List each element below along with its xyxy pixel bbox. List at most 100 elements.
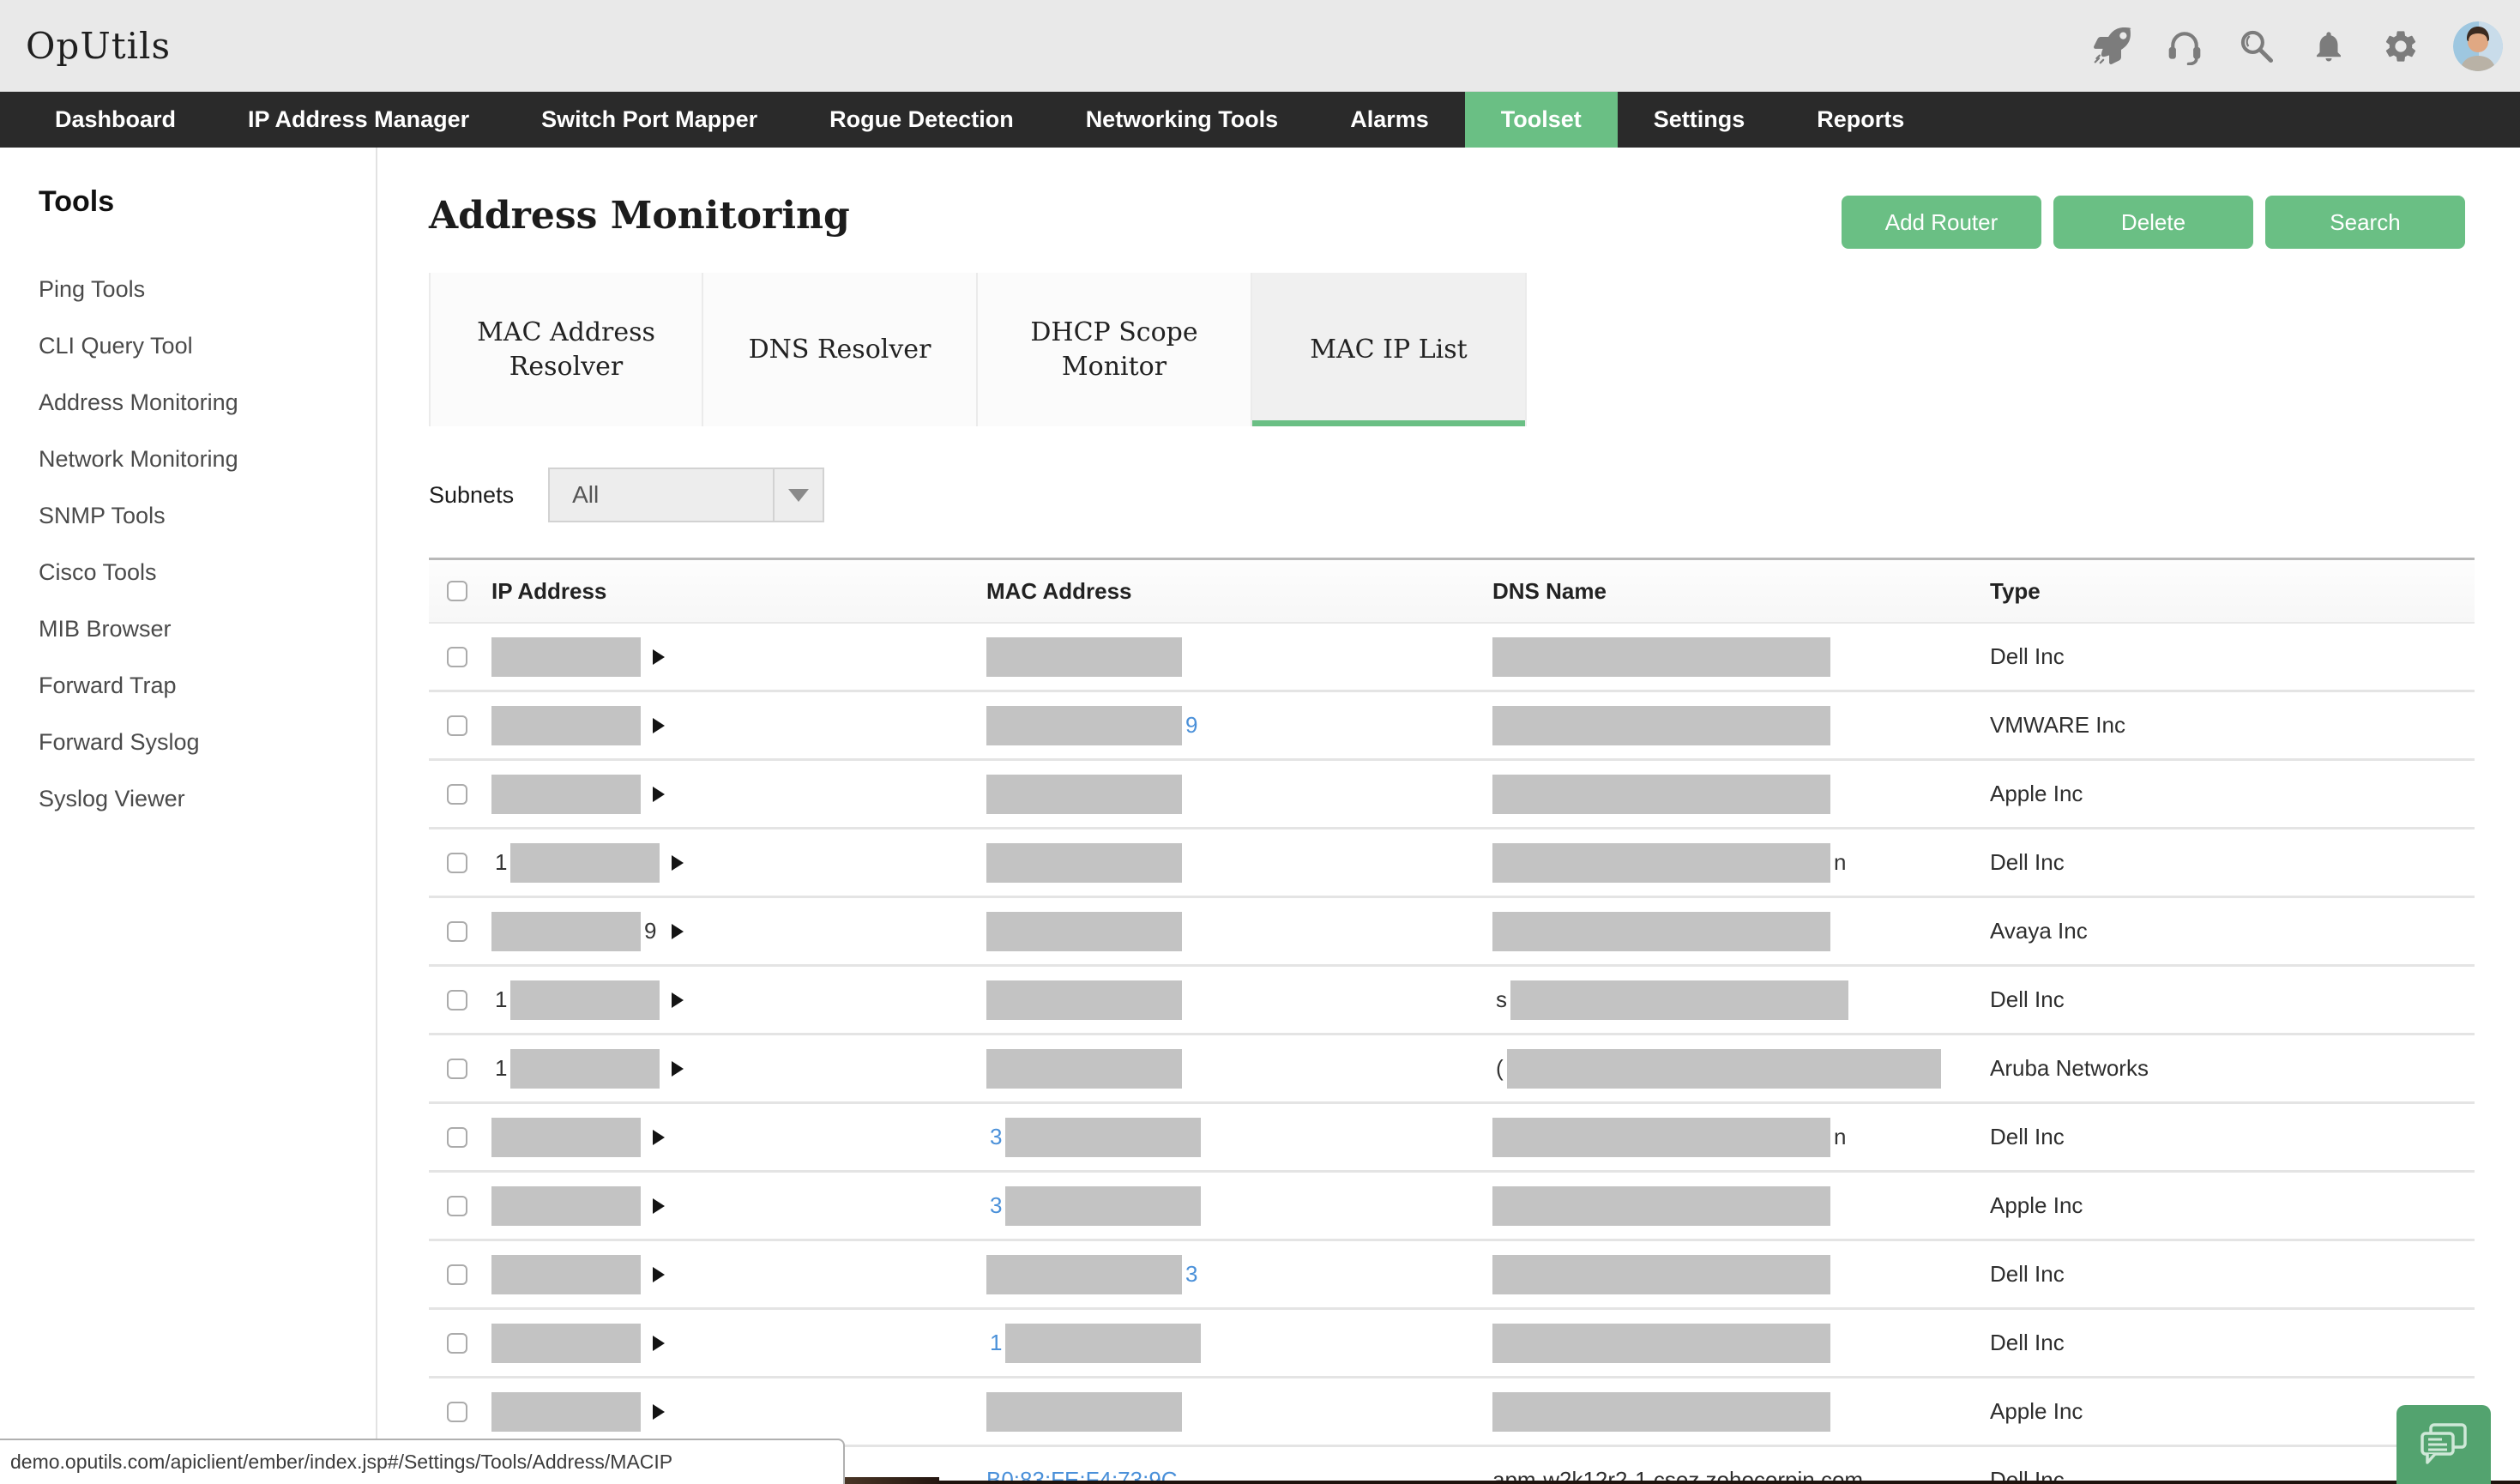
- type-cell: VMWARE Inc: [1990, 712, 2475, 739]
- select-all-checkbox[interactable]: [447, 581, 467, 601]
- expand-arrow-icon[interactable]: [653, 649, 665, 665]
- ip-address-cell: 1: [491, 843, 986, 883]
- chat-button[interactable]: [2396, 1405, 2491, 1484]
- row-checkbox[interactable]: [447, 784, 467, 805]
- mac-redacted: [986, 706, 1182, 745]
- nav-item-alarms[interactable]: Alarms: [1314, 92, 1465, 148]
- row-checkbox[interactable]: [447, 921, 467, 942]
- nav-item-settings[interactable]: Settings: [1618, 92, 1781, 148]
- row-checkbox[interactable]: [447, 647, 467, 667]
- tab-mac-address-resolver[interactable]: MAC Address Resolver: [429, 273, 703, 426]
- tool-tabs: MAC Address ResolverDNS ResolverDHCP Sco…: [429, 273, 1527, 426]
- sidebar-item-forward-trap[interactable]: Forward Trap: [0, 657, 376, 714]
- dns-redacted: [1492, 912, 1830, 951]
- row-checkbox[interactable]: [447, 1127, 467, 1148]
- subnets-dropdown[interactable]: All: [548, 468, 824, 522]
- ip-fragment: 1: [495, 1055, 507, 1082]
- expand-arrow-icon[interactable]: [672, 924, 684, 939]
- nav-item-ip-address-manager[interactable]: IP Address Manager: [212, 92, 505, 148]
- search-icon[interactable]: [2237, 27, 2276, 66]
- bell-icon[interactable]: [2309, 27, 2348, 66]
- dns-redacted: [1492, 637, 1830, 677]
- delete-button[interactable]: Delete: [2053, 196, 2253, 249]
- checkbox-cell: [429, 647, 491, 667]
- ip-redacted: [491, 775, 641, 814]
- tab-mac-ip-list[interactable]: MAC IP List: [1252, 273, 1527, 426]
- row-checkbox[interactable]: [447, 990, 467, 1010]
- main-nav: DashboardIP Address ManagerSwitch Port M…: [0, 92, 2520, 148]
- sidebar-item-ping-tools[interactable]: Ping Tools: [0, 261, 376, 317]
- nav-item-switch-port-mapper[interactable]: Switch Port Mapper: [505, 92, 793, 148]
- mac-address-cell: 1: [986, 1324, 1492, 1363]
- type-value: VMWARE Inc: [1990, 712, 2125, 739]
- tab-dns-resolver[interactable]: DNS Resolver: [703, 273, 978, 426]
- sidebar-heading: Tools: [39, 185, 114, 219]
- page-title: Address Monitoring: [429, 194, 850, 238]
- dns-name-cell: n: [1492, 843, 1990, 883]
- rocket-icon[interactable]: [2093, 27, 2132, 66]
- ip-redacted: [491, 1255, 641, 1294]
- expand-arrow-icon[interactable]: [653, 1130, 665, 1145]
- dns-redacted: [1492, 1255, 1830, 1294]
- expand-arrow-icon[interactable]: [653, 1404, 665, 1420]
- expand-arrow-icon[interactable]: [653, 1198, 665, 1214]
- sidebar-item-cisco-tools[interactable]: Cisco Tools: [0, 544, 376, 600]
- dns-fragment: s: [1496, 986, 1507, 1013]
- expand-arrow-icon[interactable]: [653, 718, 665, 733]
- row-checkbox[interactable]: [447, 1402, 467, 1422]
- subnets-dropdown-value: All: [550, 469, 773, 521]
- gear-icon[interactable]: [2381, 27, 2421, 66]
- row-checkbox[interactable]: [447, 853, 467, 873]
- mac-redacted: [986, 775, 1182, 814]
- row-checkbox[interactable]: [447, 1059, 467, 1079]
- ip-fragment: 1: [495, 986, 507, 1013]
- row-checkbox[interactable]: [447, 1264, 467, 1285]
- add-router-button[interactable]: Add Router: [1842, 196, 2041, 249]
- type-cell: Dell Inc: [1990, 1330, 2475, 1356]
- dns-fragment: n: [1834, 1124, 1846, 1150]
- topbar-icons: [2093, 0, 2503, 92]
- row-checkbox[interactable]: [447, 715, 467, 736]
- mac-redacted: [986, 637, 1182, 677]
- nav-item-networking-tools[interactable]: Networking Tools: [1050, 92, 1315, 148]
- dropdown-arrow-segment[interactable]: [773, 469, 823, 521]
- row-checkbox[interactable]: [447, 1196, 467, 1216]
- expand-arrow-icon[interactable]: [672, 992, 684, 1008]
- ip-address-cell: 9: [491, 912, 986, 951]
- headset-icon[interactable]: [2165, 27, 2204, 66]
- checkbox-cell: [429, 853, 491, 873]
- expand-arrow-icon[interactable]: [653, 1336, 665, 1351]
- nav-item-rogue-detection[interactable]: Rogue Detection: [793, 92, 1050, 148]
- nav-item-reports[interactable]: Reports: [1781, 92, 1940, 148]
- user-avatar[interactable]: [2453, 21, 2503, 71]
- type-cell: Dell Inc: [1990, 643, 2475, 670]
- type-cell: Apple Inc: [1990, 1192, 2475, 1219]
- table-row: Apple Inc: [429, 1378, 2475, 1447]
- expand-arrow-icon[interactable]: [653, 1267, 665, 1282]
- column-label: Type: [1990, 578, 2041, 605]
- sidebar-item-network-monitoring[interactable]: Network Monitoring: [0, 431, 376, 487]
- type-cell: Dell Inc: [1990, 986, 2475, 1013]
- tab-dhcp-scope-monitor[interactable]: DHCP Scope Monitor: [978, 273, 1252, 426]
- ip-redacted: [491, 1324, 641, 1363]
- sidebar-item-snmp-tools[interactable]: SNMP Tools: [0, 487, 376, 544]
- expand-arrow-icon[interactable]: [672, 1061, 684, 1077]
- nav-item-dashboard[interactable]: Dashboard: [19, 92, 212, 148]
- expand-arrow-icon[interactable]: [672, 855, 684, 871]
- ip-redacted: [491, 706, 641, 745]
- sidebar-item-mib-browser[interactable]: MIB Browser: [0, 600, 376, 657]
- tab-label: MAC IP List: [1310, 333, 1467, 367]
- search-button[interactable]: Search: [2265, 196, 2465, 249]
- sidebar-item-forward-syslog[interactable]: Forward Syslog: [0, 714, 376, 770]
- sidebar-item-syslog-viewer[interactable]: Syslog Viewer: [0, 770, 376, 827]
- sidebar-item-address-monitoring[interactable]: Address Monitoring: [0, 374, 376, 431]
- ip-redacted: [491, 637, 641, 677]
- table-row: 1nDell Inc: [429, 829, 2475, 898]
- sidebar-item-cli-query-tool[interactable]: CLI Query Tool: [0, 317, 376, 374]
- row-checkbox[interactable]: [447, 1333, 467, 1354]
- expand-arrow-icon[interactable]: [653, 787, 665, 802]
- nav-item-toolset[interactable]: Toolset: [1465, 92, 1618, 148]
- mac-address-cell: [986, 1049, 1492, 1089]
- mac-redacted: [1005, 1118, 1201, 1157]
- chevron-down-icon: [788, 489, 809, 502]
